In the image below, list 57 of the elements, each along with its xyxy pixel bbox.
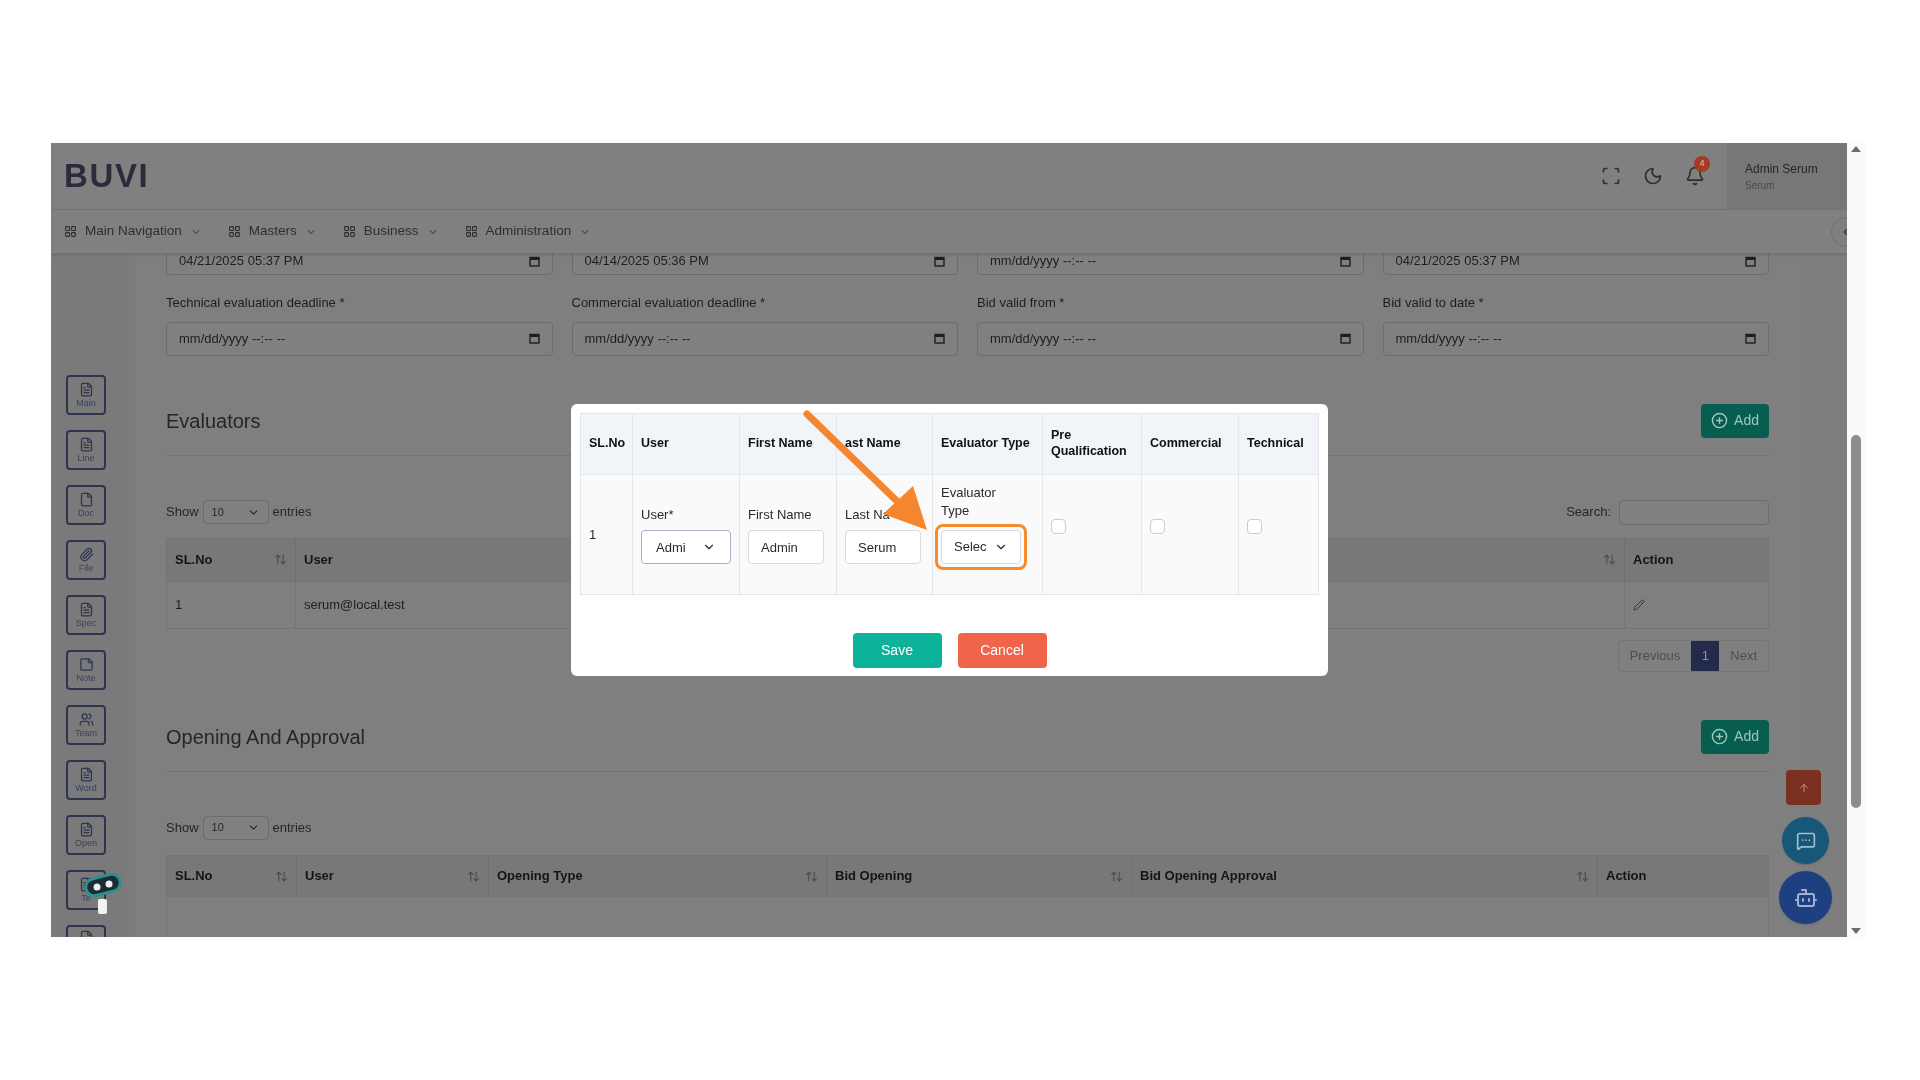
nav-item[interactable]: Main Navigation: [64, 221, 202, 242]
entries-label: entries: [272, 818, 312, 837]
column-header: Technical: [1246, 435, 1305, 453]
date-field[interactable]: mm/dd/yyyy --:-- --: [571, 321, 958, 356]
field-label: Bid valid from *: [977, 294, 1066, 312]
page-button[interactable]: 1: [1691, 640, 1720, 671]
field-label: Technical evaluation deadline *: [166, 294, 346, 312]
date-field[interactable]: 04/21/2025 05:37 PM: [1382, 254, 1769, 275]
side-rail-item[interactable]: Doc: [66, 485, 106, 525]
section-title: Opening And Approval: [166, 724, 366, 750]
column-header[interactable]: Bid Opening Approval: [1132, 855, 1598, 897]
add-button[interactable]: Add: [1701, 403, 1769, 438]
column-header[interactable]: Opening Type: [489, 855, 827, 897]
date-field[interactable]: 04/21/2025 05:37 PM: [166, 254, 553, 275]
date-field[interactable]: mm/dd/yyyy --:-- --: [166, 321, 553, 356]
page-size-select[interactable]: 10: [202, 500, 269, 524]
search-label: Search:: [1566, 503, 1611, 522]
first-name-field[interactable]: Admin: [748, 530, 824, 565]
side-rail-item[interactable]: Main: [66, 375, 106, 415]
user-select[interactable]: Admi: [641, 530, 731, 565]
column-header[interactable]: User: [297, 855, 489, 897]
date-field[interactable]: mm/dd/yyyy --:-- --: [977, 254, 1364, 275]
field-label: First Name: [748, 505, 813, 524]
date-field[interactable]: mm/dd/yyyy --:-- --: [1382, 321, 1769, 356]
evaluator-type-select[interactable]: Selec: [941, 530, 1021, 564]
last-name-field[interactable]: Serum: [845, 530, 921, 565]
logo: BUVI: [64, 156, 150, 197]
date-field[interactable]: 04/14/2025 05:36 PM: [571, 254, 958, 275]
column-header[interactable]: SL.No: [167, 538, 296, 581]
column-header[interactable]: Bid Opening: [827, 855, 1132, 897]
add-button[interactable]: Add: [1701, 719, 1769, 754]
field-label: Evaluator Type: [940, 484, 997, 520]
column-header: Action: [1632, 550, 1675, 569]
cancel-button[interactable]: Cancel: [957, 633, 1047, 668]
field-label: User*: [641, 505, 675, 524]
page-size-select[interactable]: 10: [202, 815, 269, 840]
column-header[interactable]: SL.No: [167, 855, 297, 897]
field-label: Bid valid to date *: [1382, 294, 1485, 312]
notification-count: 4: [1694, 156, 1710, 172]
side-rail-item[interactable]: Line: [66, 430, 106, 470]
show-label: Show: [166, 503, 199, 522]
save-button[interactable]: Save: [852, 633, 942, 668]
nav-item[interactable]: Masters: [227, 221, 317, 242]
side-rail-item[interactable]: Note: [66, 650, 106, 690]
table-cell-text: 1: [589, 525, 597, 544]
show-label: Show: [166, 818, 199, 837]
nav-item[interactable]: Business: [342, 221, 439, 242]
side-rail-item[interactable]: Team: [66, 705, 106, 745]
section-title: Evaluators: [166, 408, 261, 434]
nav-item[interactable]: Administration: [464, 221, 592, 242]
date-field[interactable]: mm/dd/yyyy --:-- --: [977, 321, 1364, 356]
entries-label: entries: [272, 503, 312, 522]
column-header: Action: [1605, 867, 1648, 886]
table-cell: 1: [167, 581, 296, 628]
user-name: Admin Serum: [1745, 160, 1819, 178]
side-rail-item[interactable]: Word: [66, 760, 106, 800]
field-label: Commercial evaluation deadline *: [571, 294, 767, 312]
